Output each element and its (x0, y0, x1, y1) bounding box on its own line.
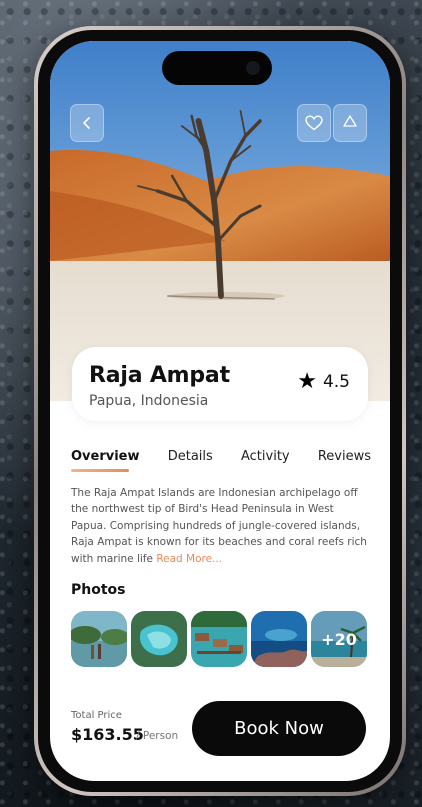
app-screen: Raja Ampat Papua, Indonesia ★ 4.5 Overvi… (50, 41, 390, 781)
price-unit: / Person (136, 730, 179, 742)
destination-location: Papua, Indonesia (89, 393, 209, 409)
photo-thumbnail[interactable] (71, 611, 127, 667)
tab-details[interactable]: Details (168, 449, 213, 473)
phone-bezel: Raja Ampat Papua, Indonesia ★ 4.5 Overvi… (38, 30, 402, 792)
photo-thumbnail-more[interactable]: +20 (311, 611, 367, 667)
photo-gallery: +20 (71, 611, 367, 667)
book-now-button[interactable]: Book Now (192, 701, 366, 756)
phone-frame: Raja Ampat Papua, Indonesia ★ 4.5 Overvi… (34, 26, 406, 796)
tab-overview[interactable]: Overview (71, 449, 140, 473)
photo-thumbnail[interactable] (251, 611, 307, 667)
star-icon: ★ (297, 369, 317, 394)
share-button[interactable] (333, 104, 367, 142)
price-value: $163.55 (71, 725, 144, 744)
photo-thumbnail[interactable] (191, 611, 247, 667)
photos-heading: Photos (71, 582, 126, 598)
dynamic-island (162, 51, 272, 85)
tab-activity[interactable]: Activity (241, 449, 290, 473)
chevron-left-icon (83, 117, 90, 129)
read-more-link[interactable]: Read More... (156, 553, 222, 565)
description: The Raja Ampat Islands are Indonesian ar… (71, 485, 371, 567)
more-photos-count: +20 (311, 611, 367, 667)
back-button[interactable] (70, 104, 104, 142)
photo-thumbnail[interactable] (131, 611, 187, 667)
destination-card: Raja Ampat Papua, Indonesia ★ 4.5 (72, 347, 368, 421)
destination-title: Raja Ampat (89, 363, 230, 388)
tab-reviews[interactable]: Reviews (318, 449, 371, 473)
favorite-button[interactable] (297, 104, 331, 142)
recycle-share-icon (343, 115, 357, 127)
rating-value: 4.5 (322, 372, 350, 392)
heart-icon (305, 115, 323, 131)
tab-bar: Overview Details Activity Reviews (71, 449, 371, 473)
camera-icon (246, 61, 260, 75)
price-label: Total Price (71, 710, 122, 721)
rating: ★ 4.5 (297, 371, 350, 393)
